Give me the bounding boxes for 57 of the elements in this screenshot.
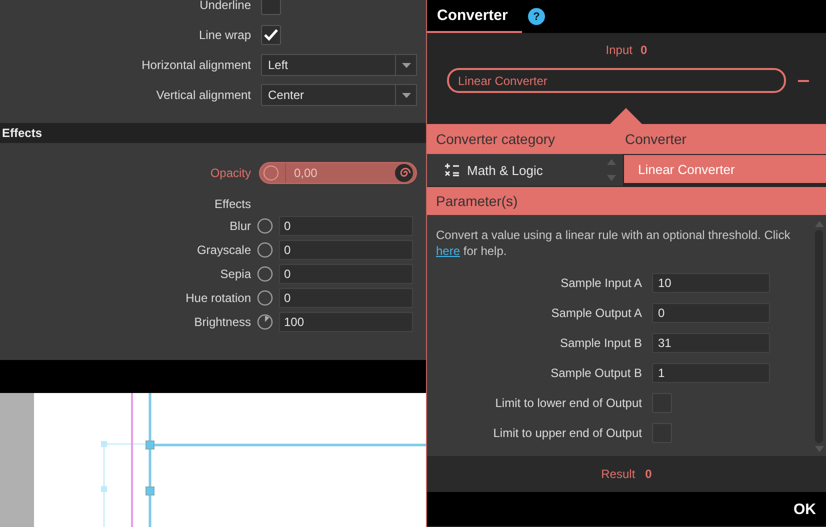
circle-icon bbox=[263, 165, 279, 181]
spiral-icon bbox=[395, 164, 413, 182]
field-label: Underline bbox=[198, 0, 251, 12]
checkbox[interactable] bbox=[261, 0, 281, 15]
field-label: Horizontal alignment bbox=[140, 58, 251, 72]
dial-icon[interactable] bbox=[257, 266, 273, 282]
column-header: Converter bbox=[625, 131, 688, 147]
section-header: Effects bbox=[0, 123, 426, 143]
field-label: Limit to lower end of Output bbox=[494, 396, 642, 410]
input-field[interactable]: 0 bbox=[279, 264, 413, 284]
help-button[interactable]: ? bbox=[528, 8, 545, 25]
field-label: Sample Input B bbox=[558, 336, 642, 350]
field-label: Sample Input A bbox=[560, 276, 642, 290]
checkbox[interactable] bbox=[261, 25, 281, 45]
input-value: 0 bbox=[640, 43, 648, 57]
field-label: Sample Output A bbox=[550, 306, 642, 320]
field-label: Vertical alignment bbox=[155, 88, 251, 102]
input-field[interactable]: 0 bbox=[652, 303, 770, 323]
dropdown[interactable]: Left bbox=[261, 54, 417, 76]
input-field[interactable]: 0 bbox=[279, 240, 413, 260]
input-field[interactable]: 31 bbox=[652, 333, 770, 353]
field-label: Blur bbox=[228, 219, 251, 233]
field-label: Opacity bbox=[209, 166, 251, 180]
result-label: Result bbox=[601, 467, 636, 481]
column-header: Converter category bbox=[436, 131, 556, 147]
ok-button[interactable]: OK bbox=[794, 500, 816, 518]
checkmark-icon bbox=[264, 29, 278, 41]
field-label: Brightness bbox=[193, 315, 251, 329]
caret-icon bbox=[402, 92, 410, 98]
dropdown[interactable]: Center bbox=[261, 84, 417, 106]
input-field[interactable]: 0 bbox=[279, 216, 413, 236]
field-label: Hue rotation bbox=[184, 291, 251, 305]
field-label: Grayscale bbox=[196, 243, 251, 257]
result-value: 0 bbox=[645, 467, 652, 481]
list-item[interactable]: Math & Logic bbox=[427, 154, 624, 186]
dial-icon[interactable] bbox=[257, 290, 273, 306]
field-label: Sample Output B bbox=[550, 366, 642, 380]
tab[interactable]: Converter bbox=[427, 0, 522, 33]
input-field[interactable]: 1 bbox=[652, 363, 770, 383]
field-label: Sepia bbox=[219, 267, 251, 281]
field-label: Line wrap bbox=[198, 28, 251, 42]
field-label: Limit to upper end of Output bbox=[492, 426, 642, 440]
input-field[interactable]: 10 bbox=[652, 273, 770, 293]
help-link[interactable]: here bbox=[436, 244, 460, 258]
caret-icon bbox=[402, 62, 410, 68]
dial-icon[interactable] bbox=[257, 314, 273, 330]
description-text: Convert a value using a linear rule with an optional threshold. Click here for help. bbox=[436, 227, 792, 259]
input-field[interactable]: 0 bbox=[279, 288, 413, 308]
converter-field[interactable]: Linear Converter bbox=[447, 68, 786, 93]
math-operators-icon bbox=[445, 163, 459, 177]
dial-icon[interactable] bbox=[257, 242, 273, 258]
group-label: Effects bbox=[214, 197, 251, 211]
minus-icon[interactable] bbox=[798, 80, 809, 82]
dial-icon[interactable] bbox=[257, 218, 273, 234]
input-field[interactable]: 100 bbox=[279, 312, 413, 332]
input-label: Input bbox=[606, 43, 632, 57]
section-header: Parameter(s) bbox=[436, 193, 518, 209]
